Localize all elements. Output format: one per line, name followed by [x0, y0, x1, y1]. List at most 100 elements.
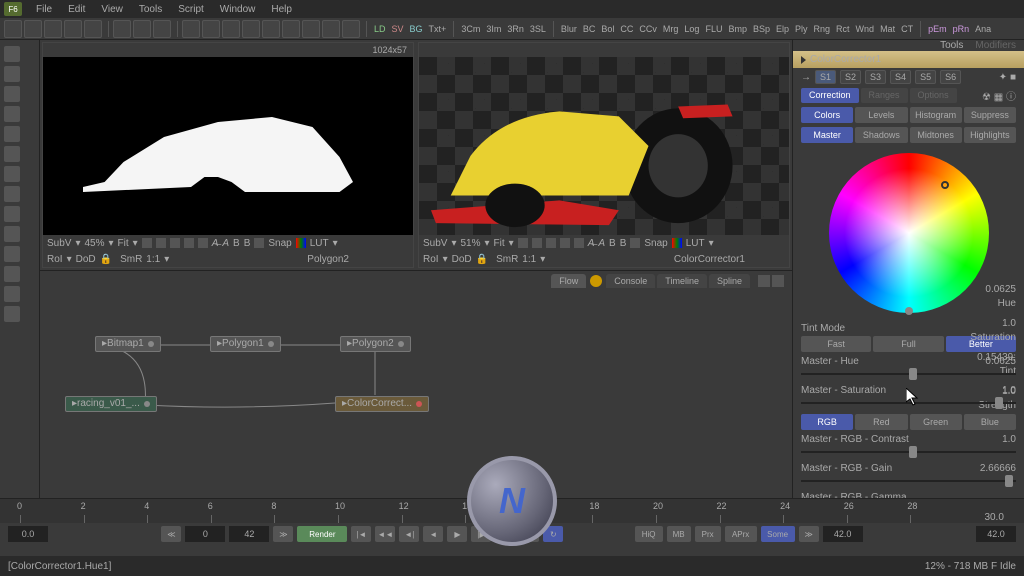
slot-button[interactable]: S1	[815, 70, 836, 84]
tab-console[interactable]: Console	[606, 274, 655, 288]
txt-button[interactable]: Txt+	[426, 21, 450, 37]
ratio-label[interactable]: 1:1	[522, 254, 536, 265]
tool-icon[interactable]	[4, 126, 20, 142]
tool-icon[interactable]	[262, 20, 280, 38]
view-icon[interactable]	[630, 238, 640, 248]
view-icon[interactable]	[518, 238, 528, 248]
start-frame[interactable]: 0.0	[8, 526, 48, 542]
flow-area[interactable]: ▸Bitmap1 ▸Polygon1 ▸Polygon2 ▸racing_v01…	[40, 290, 792, 498]
tool-icon[interactable]	[4, 86, 20, 102]
txtbtn[interactable]: pRn	[950, 21, 973, 37]
prev-button[interactable]: ≪	[161, 526, 181, 542]
warning-icon[interactable]	[590, 275, 602, 287]
tool-icon[interactable]	[4, 106, 20, 122]
range-end[interactable]: 42.0	[976, 526, 1016, 542]
rgb-button[interactable]: RGB	[801, 414, 853, 430]
tool-icon[interactable]	[342, 20, 360, 38]
tool-icon[interactable]	[4, 20, 22, 38]
txtbtn[interactable]: CC	[617, 21, 636, 37]
zoom-value[interactable]: 51%	[461, 238, 481, 249]
prx-button[interactable]: Prx	[695, 526, 721, 542]
tool-icon[interactable]	[4, 206, 20, 222]
subtab-options[interactable]: Options	[910, 88, 957, 103]
tool-icon[interactable]	[242, 20, 260, 38]
view-icon[interactable]	[170, 238, 180, 248]
lut-button[interactable]: LUT	[686, 238, 705, 249]
node-colorcorrect[interactable]: ▸ColorCorrect...	[335, 396, 429, 412]
txtbtn[interactable]: BC	[580, 21, 599, 37]
txtbtn[interactable]: Ply	[792, 21, 811, 37]
txtbtn[interactable]: Rng	[811, 21, 834, 37]
bg-button[interactable]: BG	[407, 21, 426, 37]
txtbtn[interactable]: 3Cm	[458, 21, 483, 37]
txtbtn[interactable]: 3Rn	[504, 21, 527, 37]
smr-button[interactable]: SmR	[120, 254, 142, 265]
lut-button[interactable]: LUT	[310, 238, 329, 249]
txtbtn[interactable]: pEm	[925, 21, 950, 37]
sv-button[interactable]: SV	[389, 21, 407, 37]
tool-icon[interactable]	[4, 286, 20, 302]
tab-timeline[interactable]: Timeline	[657, 274, 707, 288]
prev-key-button[interactable]: ◄◄	[375, 526, 395, 542]
shadows-button[interactable]: Shadows	[855, 127, 907, 143]
smr-button[interactable]: SmR	[496, 254, 518, 265]
tool-icon[interactable]	[44, 20, 62, 38]
lock-icon[interactable]: 🔒	[100, 254, 112, 265]
view-icon[interactable]	[574, 238, 584, 248]
tool-icon[interactable]	[222, 20, 240, 38]
color-handle[interactable]	[941, 181, 949, 189]
subtab-ranges[interactable]: Ranges	[861, 88, 908, 103]
txtbtn[interactable]: 3SL	[527, 21, 549, 37]
rgb-icon[interactable]	[296, 238, 306, 248]
tool-icon[interactable]	[4, 266, 20, 282]
txtbtn[interactable]: FLU	[702, 21, 725, 37]
tool-icon[interactable]	[182, 20, 200, 38]
tool-icon[interactable]	[4, 246, 20, 262]
tool-icon[interactable]	[24, 20, 42, 38]
menu-tools[interactable]: Tools	[131, 4, 170, 15]
txtbtn[interactable]: Bmp	[725, 21, 750, 37]
slot-button[interactable]: S5	[915, 70, 936, 84]
roi-button[interactable]: RoI	[47, 254, 63, 265]
contrast-slider[interactable]: Master - RGB - Contrast1.0	[793, 432, 1024, 461]
viewport-right[interactable]: SubV▾ 51%▾ Fit▾ A̶ABB Snap LUT▾ RoI▾ DoD…	[418, 42, 790, 268]
ld-button[interactable]: LD	[371, 21, 389, 37]
expand-icon[interactable]	[801, 56, 806, 64]
tab-tools[interactable]: Tools	[940, 40, 963, 51]
view-icon[interactable]	[184, 238, 194, 248]
slot-button[interactable]: S3	[865, 70, 886, 84]
dod-button[interactable]: DoD	[76, 254, 96, 265]
subv-label[interactable]: SubV	[423, 238, 447, 249]
tool-icon[interactable]	[133, 20, 151, 38]
txtbtn[interactable]: CCv	[636, 21, 660, 37]
tool-icon[interactable]	[84, 20, 102, 38]
highlights-button[interactable]: Highlights	[964, 127, 1016, 143]
txtbtn[interactable]: Mat	[877, 21, 898, 37]
menu-window[interactable]: Window	[212, 4, 264, 15]
render-button[interactable]: Render	[297, 526, 347, 542]
tool-icon[interactable]	[153, 20, 171, 38]
total-frames[interactable]: 42	[229, 526, 269, 542]
menu-help[interactable]: Help	[263, 4, 300, 15]
green-button[interactable]: Green	[910, 414, 962, 430]
tool-icon[interactable]	[113, 20, 131, 38]
first-button[interactable]: |◄	[351, 526, 371, 542]
colors-button[interactable]: Colors	[801, 107, 853, 123]
txtbtn[interactable]: Ana	[972, 21, 994, 37]
tab-modifiers[interactable]: Modifiers	[975, 40, 1016, 51]
subv-label[interactable]: SubV	[47, 238, 71, 249]
slot-button[interactable]: S6	[940, 70, 961, 84]
slot-button[interactable]: S2	[840, 70, 861, 84]
slot-button[interactable]: S4	[890, 70, 911, 84]
some-button[interactable]: Some	[761, 526, 795, 542]
viewport-left[interactable]: 1024x57 SubV▾ 45%▾ Fit▾ A̶ABB Snap LUT▾ …	[42, 42, 414, 268]
menu-file[interactable]: File	[28, 4, 60, 15]
txtbtn[interactable]: Blur	[558, 21, 580, 37]
gain-slider[interactable]: Master - RGB - Gain2.66666	[793, 461, 1024, 490]
tool-icon[interactable]	[4, 166, 20, 182]
tool-icon[interactable]	[64, 20, 82, 38]
node-bitmap[interactable]: ▸Bitmap1	[95, 336, 161, 352]
tool-icon[interactable]	[322, 20, 340, 38]
txtbtn[interactable]: Wnd	[853, 21, 878, 37]
hiq-button[interactable]: HiQ	[635, 526, 663, 542]
